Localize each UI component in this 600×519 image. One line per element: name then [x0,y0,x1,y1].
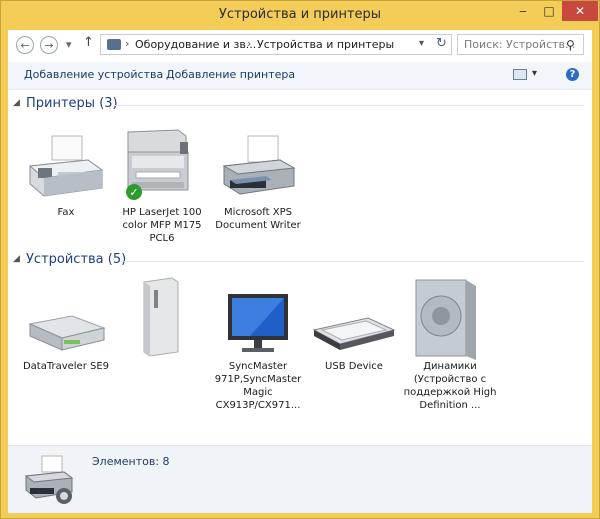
back-button[interactable]: ← [16,36,34,54]
search-placeholder: Поиск: Устройств... [464,38,576,51]
printers-group-header[interactable]: ◢ Принтеры (3) [8,96,592,114]
forward-button[interactable]: → [40,36,58,54]
device-label: USB Device [325,361,383,372]
breadcrumb-hardware[interactable]: Оборудование и зв... [135,38,256,51]
device-item-computer[interactable] [114,276,210,360]
device-item-syncmaster[interactable]: SyncMaster 971P,SyncMaster Magic CX913P/… [210,276,306,412]
computer-tower-icon [114,276,210,360]
details-pane: Элементов: 8 [8,445,592,513]
breadcrumb-separator: › [125,37,130,50]
search-icon[interactable]: ⚲ [566,38,575,52]
search-input[interactable]: Поиск: Устройств... ⚲ [457,34,584,55]
address-dropdown-button[interactable]: ▾ [419,38,424,49]
refresh-button[interactable]: ↻ [436,36,447,51]
collapse-arrow-icon[interactable]: ◢ [13,254,20,264]
default-check-icon: ✓ [126,184,142,200]
details-printer-icon [20,452,76,512]
devices-group-title: Устройства (5) [26,252,127,267]
speaker-icon [402,276,498,360]
command-bar: Добавление устройства Добавление принтер… [8,62,592,90]
monitor-icon [210,276,306,360]
device-item-datatraveler[interactable]: DataTraveler SE9 [18,276,114,373]
navigation-bar: ← → ▾ ↑ › Оборудование и зв... › Устройс… [8,30,592,62]
breadcrumb-devices-printers[interactable]: Устройства и принтеры [257,38,394,51]
keyboard-icon [306,276,402,360]
view-options-dropdown[interactable]: ▾ [532,68,537,79]
help-icon[interactable]: ? [566,68,579,81]
window-content: ← → ▾ ↑ › Оборудование и зв... › Устройс… [8,30,592,513]
item-count: Элементов: 8 [92,455,170,468]
address-bar[interactable]: › Оборудование и зв... › Устройства и пр… [100,34,452,55]
control-panel-icon [107,39,121,50]
device-item-usb-device[interactable]: USB Device [306,276,402,373]
device-label: Fax [57,207,75,218]
devices-group-header[interactable]: ◢ Устройства (5) [8,252,592,270]
window-title: Устройства и принтеры [218,7,382,22]
close-button[interactable]: ✕ [562,1,598,21]
printers-group-title: Принтеры (3) [26,96,118,111]
breadcrumb-separator: › [247,37,252,50]
fax-icon [18,122,114,206]
window: Устройства и принтеры ‒ □ ✕ ← → ▾ ↑ › Об… [0,0,600,519]
device-item-xps-writer[interactable]: Microsoft XPS Document Writer [210,122,306,232]
device-item-fax[interactable]: Fax [18,122,114,219]
add-printer-button[interactable]: Добавление принтера [166,68,295,81]
minimize-button[interactable]: ‒ [511,1,535,21]
printer-icon [210,122,306,206]
device-label: HP LaserJet 100 color MFP M175 PCL6 [122,207,202,244]
add-device-button[interactable]: Добавление устройства [24,68,163,81]
device-label: Динамики (Устройство с поддержкой High D… [403,361,497,411]
view-options-icon[interactable] [513,69,527,80]
device-label: SyncMaster 971P,SyncMaster Magic CX913P/… [214,361,302,411]
group-divider [124,261,584,262]
recent-pages-button[interactable]: ▾ [66,38,72,51]
mfp-printer-icon: ✓ [114,122,210,206]
usb-drive-icon [18,276,114,360]
device-item-hp-laserjet[interactable]: ✓ HP LaserJet 100 color MFP M175 PCL6 [114,122,210,245]
up-button[interactable]: ↑ [83,35,94,50]
device-label: Microsoft XPS Document Writer [215,207,301,231]
maximize-button[interactable]: □ [537,1,561,21]
collapse-arrow-icon[interactable]: ◢ [13,98,20,108]
title-bar[interactable]: Устройства и принтеры ‒ □ ✕ [1,1,599,30]
group-divider [114,105,584,106]
device-item-speakers[interactable]: Динамики (Устройство с поддержкой High D… [402,276,498,412]
device-label: DataTraveler SE9 [22,361,110,372]
